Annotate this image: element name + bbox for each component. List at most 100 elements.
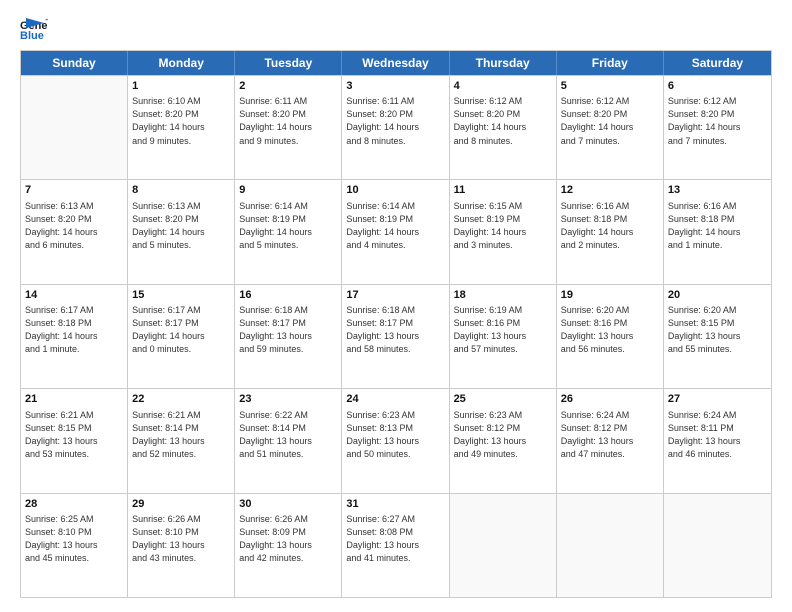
- calendar-cell: 6Sunrise: 6:12 AM Sunset: 8:20 PM Daylig…: [664, 76, 771, 179]
- calendar-cell: [450, 494, 557, 597]
- calendar-body: 1Sunrise: 6:10 AM Sunset: 8:20 PM Daylig…: [21, 75, 771, 597]
- calendar-cell: 9 Sunrise: 6:14 AM Sunset: 8:19 PM Daylig…: [235, 180, 342, 283]
- day-number: 5: [561, 79, 659, 94]
- calendar-cell: 4Sunrise: 6:12 AM Sunset: 8:20 PM Daylig…: [450, 76, 557, 179]
- day-info: Sunrise: 6:10 AM Sunset: 8:20 PM Dayligh…: [132, 95, 230, 147]
- day-info: Sunrise: 6:16 AM Sunset: 8:18 PM Dayligh…: [668, 200, 767, 252]
- day-info: Sunrise: 6:26 AM Sunset: 8:09 PM Dayligh…: [239, 513, 337, 565]
- day-info: Sunrise: 6:12 AM Sunset: 8:20 PM Dayligh…: [668, 95, 767, 147]
- header-day-saturday: Saturday: [664, 51, 771, 75]
- calendar-cell: 30Sunrise: 6:26 AM Sunset: 8:09 PM Dayli…: [235, 494, 342, 597]
- day-number: 13: [668, 183, 767, 198]
- calendar-week-5: 28Sunrise: 6:25 AM Sunset: 8:10 PM Dayli…: [21, 493, 771, 597]
- day-number: 19: [561, 288, 659, 303]
- calendar-cell: [664, 494, 771, 597]
- calendar-cell: 5Sunrise: 6:12 AM Sunset: 8:20 PM Daylig…: [557, 76, 664, 179]
- day-number: 30: [239, 497, 337, 512]
- day-number: 14: [25, 288, 123, 303]
- day-info: Sunrise: 6:18 AM Sunset: 8:17 PM Dayligh…: [346, 304, 444, 356]
- day-info: Sunrise: 6:13 AM Sunset: 8:20 PM Dayligh…: [25, 200, 123, 252]
- calendar-cell: 13 Sunrise: 6:16 AM Sunset: 8:18 PM Dayli…: [664, 180, 771, 283]
- day-number: 10: [346, 183, 444, 198]
- calendar-cell: 11 Sunrise: 6:15 AM Sunset: 8:19 PM Dayli…: [450, 180, 557, 283]
- header: General Blue: [20, 18, 772, 40]
- calendar-cell: 23 Sunrise: 6:22 AM Sunset: 8:14 PM Dayli…: [235, 389, 342, 492]
- calendar-cell: 7 Sunrise: 6:13 AM Sunset: 8:20 PM Daylig…: [21, 180, 128, 283]
- header-day-wednesday: Wednesday: [342, 51, 449, 75]
- calendar-cell: 29Sunrise: 6:26 AM Sunset: 8:10 PM Dayli…: [128, 494, 235, 597]
- calendar-cell: 17Sunrise: 6:18 AM Sunset: 8:17 PM Dayli…: [342, 285, 449, 388]
- day-info: Sunrise: 6:22 AM Sunset: 8:14 PM Dayligh…: [239, 409, 337, 461]
- day-info: Sunrise: 6:24 AM Sunset: 8:12 PM Dayligh…: [561, 409, 659, 461]
- day-info: Sunrise: 6:23 AM Sunset: 8:13 PM Dayligh…: [346, 409, 444, 461]
- calendar-cell: 12Sunrise: 6:16 AM Sunset: 8:18 PM Dayli…: [557, 180, 664, 283]
- day-info: Sunrise: 6:11 AM Sunset: 8:20 PM Dayligh…: [239, 95, 337, 147]
- day-number: 21: [25, 392, 123, 407]
- calendar-cell: 25Sunrise: 6:23 AM Sunset: 8:12 PM Dayli…: [450, 389, 557, 492]
- calendar-week-1: 1Sunrise: 6:10 AM Sunset: 8:20 PM Daylig…: [21, 75, 771, 179]
- calendar-cell: 27Sunrise: 6:24 AM Sunset: 8:11 PM Dayli…: [664, 389, 771, 492]
- day-info: Sunrise: 6:12 AM Sunset: 8:20 PM Dayligh…: [454, 95, 552, 147]
- day-number: 28: [25, 497, 123, 512]
- calendar-cell: 22Sunrise: 6:21 AM Sunset: 8:14 PM Dayli…: [128, 389, 235, 492]
- day-info: Sunrise: 6:26 AM Sunset: 8:10 PM Dayligh…: [132, 513, 230, 565]
- day-number: 25: [454, 392, 552, 407]
- calendar-header: SundayMondayTuesdayWednesdayThursdayFrid…: [21, 51, 771, 75]
- day-number: 15: [132, 288, 230, 303]
- page: General Blue SundayMondayTuesdayWednesda…: [0, 0, 792, 612]
- day-number: 9: [239, 183, 337, 198]
- day-number: 6: [668, 79, 767, 94]
- day-info: Sunrise: 6:13 AM Sunset: 8:20 PM Dayligh…: [132, 200, 230, 252]
- day-info: Sunrise: 6:18 AM Sunset: 8:17 PM Dayligh…: [239, 304, 337, 356]
- day-info: Sunrise: 6:17 AM Sunset: 8:18 PM Dayligh…: [25, 304, 123, 356]
- day-info: Sunrise: 6:14 AM Sunset: 8:19 PM Dayligh…: [346, 200, 444, 252]
- logo: General Blue: [20, 18, 44, 40]
- calendar-cell: 15Sunrise: 6:17 AM Sunset: 8:17 PM Dayli…: [128, 285, 235, 388]
- day-number: 4: [454, 79, 552, 94]
- calendar-cell: [21, 76, 128, 179]
- day-info: Sunrise: 6:24 AM Sunset: 8:11 PM Dayligh…: [668, 409, 767, 461]
- day-info: Sunrise: 6:11 AM Sunset: 8:20 PM Dayligh…: [346, 95, 444, 147]
- day-info: Sunrise: 6:21 AM Sunset: 8:14 PM Dayligh…: [132, 409, 230, 461]
- calendar: SundayMondayTuesdayWednesdayThursdayFrid…: [20, 50, 772, 598]
- day-number: 20: [668, 288, 767, 303]
- calendar-cell: 26Sunrise: 6:24 AM Sunset: 8:12 PM Dayli…: [557, 389, 664, 492]
- day-number: 24: [346, 392, 444, 407]
- day-info: Sunrise: 6:21 AM Sunset: 8:15 PM Dayligh…: [25, 409, 123, 461]
- day-number: 11: [454, 183, 552, 198]
- day-info: Sunrise: 6:16 AM Sunset: 8:18 PM Dayligh…: [561, 200, 659, 252]
- calendar-cell: [557, 494, 664, 597]
- day-info: Sunrise: 6:14 AM Sunset: 8:19 PM Dayligh…: [239, 200, 337, 252]
- day-number: 16: [239, 288, 337, 303]
- day-info: Sunrise: 6:12 AM Sunset: 8:20 PM Dayligh…: [561, 95, 659, 147]
- day-info: Sunrise: 6:25 AM Sunset: 8:10 PM Dayligh…: [25, 513, 123, 565]
- calendar-cell: 31Sunrise: 6:27 AM Sunset: 8:08 PM Dayli…: [342, 494, 449, 597]
- day-number: 31: [346, 497, 444, 512]
- day-number: 23: [239, 392, 337, 407]
- calendar-week-2: 7 Sunrise: 6:13 AM Sunset: 8:20 PM Daylig…: [21, 179, 771, 283]
- calendar-cell: 20Sunrise: 6:20 AM Sunset: 8:15 PM Dayli…: [664, 285, 771, 388]
- calendar-week-4: 21 Sunrise: 6:21 AM Sunset: 8:15 PM Dayli…: [21, 388, 771, 492]
- logo-flag-icon: [26, 18, 44, 32]
- day-number: 3: [346, 79, 444, 94]
- calendar-cell: 3Sunrise: 6:11 AM Sunset: 8:20 PM Daylig…: [342, 76, 449, 179]
- calendar-week-3: 14Sunrise: 6:17 AM Sunset: 8:18 PM Dayli…: [21, 284, 771, 388]
- day-info: Sunrise: 6:20 AM Sunset: 8:16 PM Dayligh…: [561, 304, 659, 356]
- day-number: 1: [132, 79, 230, 94]
- day-info: Sunrise: 6:19 AM Sunset: 8:16 PM Dayligh…: [454, 304, 552, 356]
- day-number: 29: [132, 497, 230, 512]
- calendar-cell: 21 Sunrise: 6:21 AM Sunset: 8:15 PM Dayli…: [21, 389, 128, 492]
- calendar-cell: 8 Sunrise: 6:13 AM Sunset: 8:20 PM Daylig…: [128, 180, 235, 283]
- day-number: 8: [132, 183, 230, 198]
- day-info: Sunrise: 6:27 AM Sunset: 8:08 PM Dayligh…: [346, 513, 444, 565]
- calendar-cell: 10 Sunrise: 6:14 AM Sunset: 8:19 PM Dayli…: [342, 180, 449, 283]
- calendar-cell: 16Sunrise: 6:18 AM Sunset: 8:17 PM Dayli…: [235, 285, 342, 388]
- calendar-cell: 28Sunrise: 6:25 AM Sunset: 8:10 PM Dayli…: [21, 494, 128, 597]
- day-number: 7: [25, 183, 123, 198]
- header-day-friday: Friday: [557, 51, 664, 75]
- header-day-monday: Monday: [128, 51, 235, 75]
- calendar-cell: 14Sunrise: 6:17 AM Sunset: 8:18 PM Dayli…: [21, 285, 128, 388]
- day-number: 18: [454, 288, 552, 303]
- calendar-cell: 24 Sunrise: 6:23 AM Sunset: 8:13 PM Dayli…: [342, 389, 449, 492]
- day-info: Sunrise: 6:15 AM Sunset: 8:19 PM Dayligh…: [454, 200, 552, 252]
